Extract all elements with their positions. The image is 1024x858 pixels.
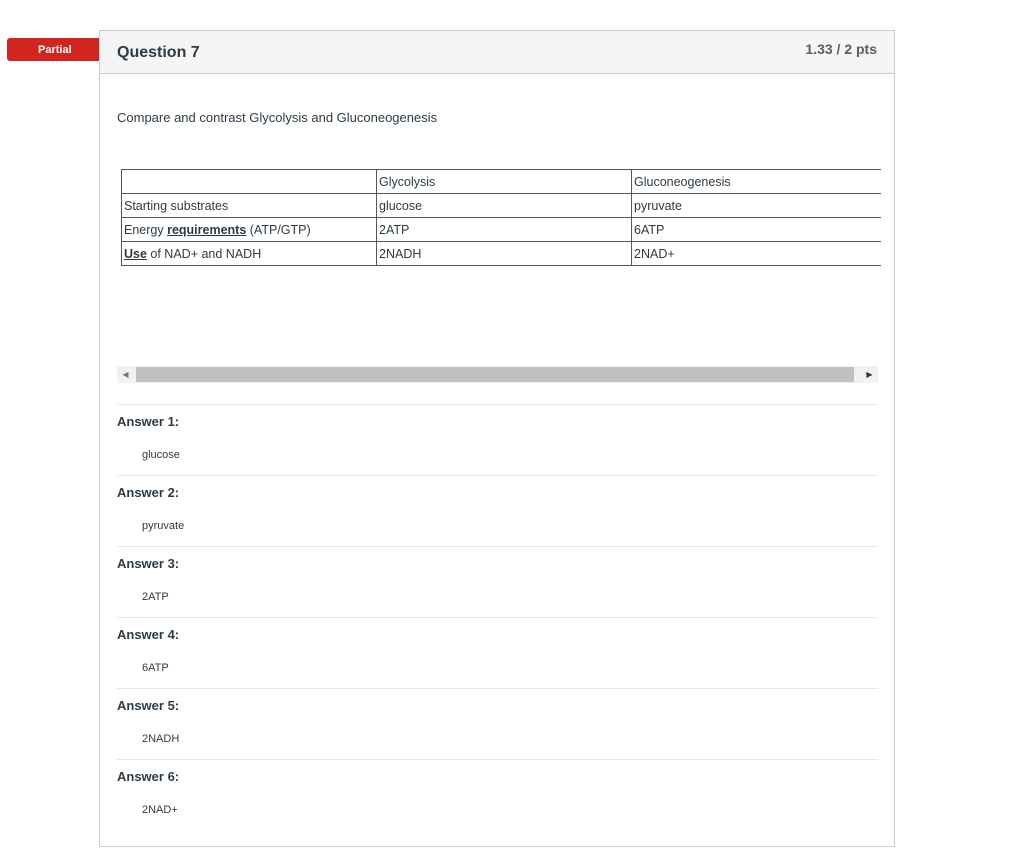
comparison-table: Glycolysis Gluconeogenesis Starting subs…: [121, 169, 881, 266]
answer-label: Answer 1:: [117, 414, 180, 429]
answer-item: Answer 5: 2NADH: [117, 688, 878, 759]
answer-value: 6ATP: [142, 662, 169, 674]
row-label: of NAD+ and NADH: [146, 246, 262, 261]
answer-item: Answer 3: 2ATP: [117, 546, 878, 617]
answer-label: Answer 4:: [117, 627, 180, 642]
answer-item: Answer 2: pyruvate: [117, 475, 878, 546]
scrollbar-thumb[interactable]: [136, 367, 854, 382]
table-row: Use of NAD+ and NADH 2NADH 2NAD+: [121, 241, 881, 266]
horizontal-scrollbar[interactable]: ◀ ▶: [117, 366, 878, 383]
answer-label: Answer 2:: [117, 485, 180, 500]
answer-item: Answer 4: 6ATP: [117, 617, 878, 688]
question-text: Compare and contrast Glycolysis and Gluc…: [117, 110, 438, 125]
table-cell: 2NAD+: [631, 241, 881, 266]
answer-label: Answer 5:: [117, 698, 180, 713]
table-row: Starting substrates glucose pyruvate: [121, 193, 881, 218]
answer-item: Answer 6: 2NAD+: [117, 759, 878, 830]
answer-label: Answer 3:: [117, 556, 180, 571]
table-cell: 2ATP: [376, 217, 632, 242]
question-header: Question 7 1.33 / 2 pts: [100, 31, 894, 74]
question-title: Question 7: [117, 44, 200, 61]
status-badge-label: Partial: [38, 43, 72, 56]
row-label: Energy: [124, 222, 168, 237]
table-cell: glucose: [376, 193, 632, 218]
table-cell: pyruvate: [631, 193, 881, 218]
answer-value: 2NAD+: [142, 804, 178, 816]
status-badge: Partial: [7, 38, 112, 61]
answer-value: glucose: [142, 449, 180, 461]
question-points: 1.33 / 2 pts: [805, 41, 877, 57]
answer-label: Answer 6:: [117, 769, 180, 784]
table-cell: 2NADH: [376, 241, 632, 266]
scroll-right-icon[interactable]: ▶: [861, 366, 878, 383]
row-label-link[interactable]: requirements: [167, 223, 246, 237]
answer-value: 2NADH: [142, 733, 180, 745]
table-row: Energy requirements (ATP/GTP) 2ATP 6ATP: [121, 217, 881, 242]
answer-item: Answer 1: glucose: [117, 404, 878, 475]
answer-value: 2ATP: [142, 591, 169, 603]
table-cell: Glycolysis: [376, 169, 632, 194]
table-cell: Energy requirements (ATP/GTP): [121, 217, 377, 242]
question-card: Question 7 1.33 / 2 pts Compare and cont…: [99, 30, 895, 847]
answer-value: pyruvate: [142, 520, 185, 532]
table-cell: [121, 169, 377, 194]
row-label: (ATP/GTP): [246, 222, 311, 237]
table-cell: Starting substrates: [121, 193, 377, 218]
row-label: Starting substrates: [124, 198, 229, 213]
table-cell: Use of NAD+ and NADH: [121, 241, 377, 266]
table-cell: 6ATP: [631, 217, 881, 242]
scroll-left-icon[interactable]: ◀: [117, 366, 134, 383]
table-header-row: Glycolysis Gluconeogenesis: [121, 169, 881, 194]
table-cell: Gluconeogenesis: [631, 169, 881, 194]
row-label-link[interactable]: Use: [124, 247, 147, 261]
